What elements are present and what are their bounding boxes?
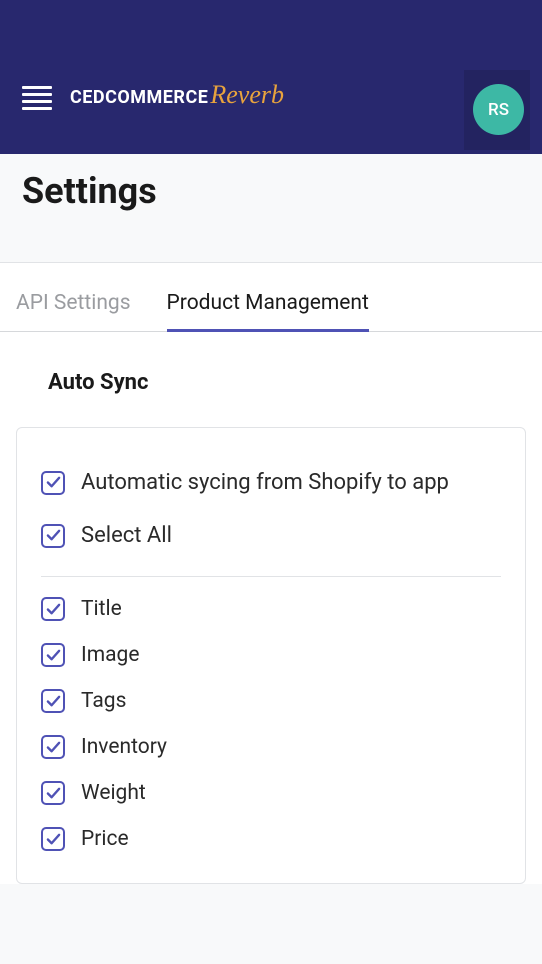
- checkbox-row-inventory: Inventory: [41, 725, 501, 769]
- checkbox-label-weight: Weight: [81, 781, 146, 805]
- checkbox-tags[interactable]: [41, 689, 65, 713]
- app-header: CEDCOMMERCE Reverb RS: [0, 0, 542, 154]
- checkbox-row-image: Image: [41, 633, 501, 677]
- checkbox-inventory[interactable]: [41, 735, 65, 759]
- checkbox-title[interactable]: [41, 597, 65, 621]
- check-icon: [46, 740, 61, 755]
- checkbox-price[interactable]: [41, 827, 65, 851]
- checkbox-row-price: Price: [41, 817, 501, 861]
- section-title-auto-sync: Auto Sync: [0, 332, 542, 415]
- checkbox-auto-sync[interactable]: [41, 471, 65, 495]
- check-icon: [46, 475, 61, 490]
- brand-logo: CEDCOMMERCE Reverb: [70, 80, 284, 110]
- page-title-area: Settings: [0, 154, 542, 263]
- checkbox-row-select-all: Select All: [41, 509, 501, 562]
- checkbox-label-title: Title: [81, 597, 122, 621]
- checkbox-image[interactable]: [41, 643, 65, 667]
- check-icon: [46, 832, 61, 847]
- check-icon: [46, 528, 61, 543]
- checkbox-select-all[interactable]: [41, 524, 65, 548]
- checkbox-row-auto-sync: Automatic sycing from Shopify to app: [41, 456, 501, 509]
- checkbox-label-image: Image: [81, 643, 139, 667]
- check-icon: [46, 602, 61, 617]
- checkbox-label-tags: Tags: [81, 689, 126, 713]
- logo-sub-text: Reverb: [210, 80, 284, 110]
- checkbox-label-price: Price: [81, 827, 129, 851]
- divider: [41, 576, 501, 577]
- checkbox-weight[interactable]: [41, 781, 65, 805]
- content-area: API Settings Product Management Auto Syn…: [0, 263, 542, 884]
- checkbox-label-select-all: Select All: [81, 523, 172, 548]
- avatar-initials: RS: [488, 100, 509, 120]
- checkbox-row-title: Title: [41, 587, 501, 631]
- tab-product-management[interactable]: Product Management: [167, 291, 369, 332]
- user-avatar[interactable]: RS: [473, 84, 524, 135]
- check-icon: [46, 648, 61, 663]
- checkbox-label-inventory: Inventory: [81, 735, 167, 759]
- tabs: API Settings Product Management: [0, 263, 542, 332]
- page-title: Settings: [22, 170, 520, 212]
- logo-main-text: CEDCOMMERCE: [70, 87, 208, 108]
- auto-sync-card: Automatic sycing from Shopify to app Sel…: [16, 427, 526, 884]
- checkbox-row-tags: Tags: [41, 679, 501, 723]
- tab-api-settings[interactable]: API Settings: [16, 291, 131, 332]
- sync-options-list: Title Image Tags Inventory: [41, 587, 501, 861]
- check-icon: [46, 694, 61, 709]
- checkbox-label-auto-sync: Automatic sycing from Shopify to app: [81, 470, 449, 495]
- check-icon: [46, 786, 61, 801]
- checkbox-row-weight: Weight: [41, 771, 501, 815]
- hamburger-menu-icon[interactable]: [22, 86, 52, 110]
